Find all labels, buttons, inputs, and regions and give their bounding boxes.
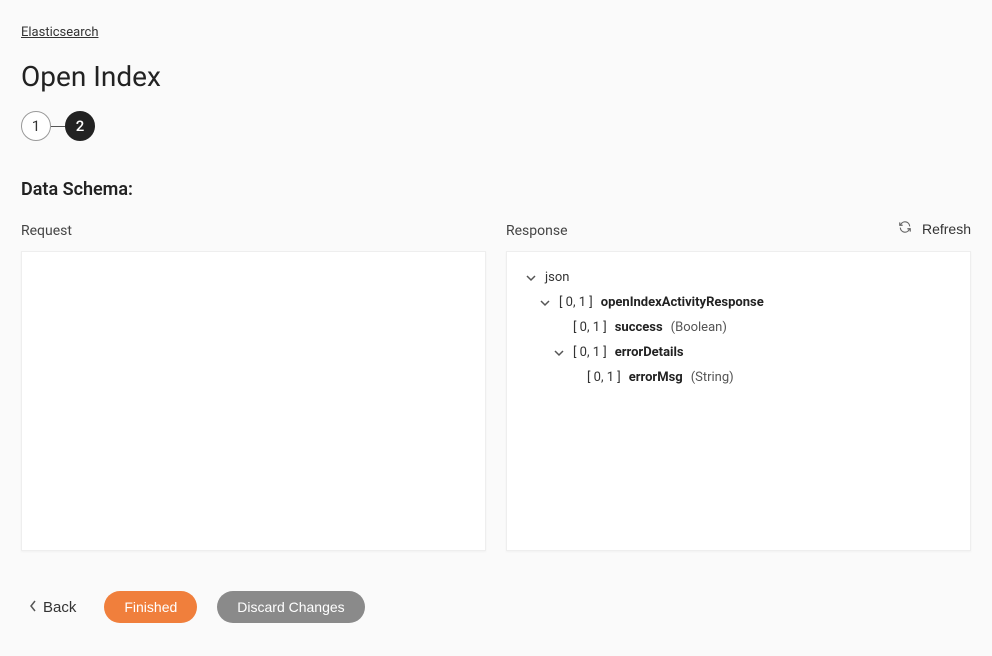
chevron-down-icon[interactable]	[525, 273, 537, 283]
chevron-left-icon	[29, 599, 37, 616]
tree-type: (Boolean)	[671, 320, 727, 337]
tree-type: (String)	[691, 370, 734, 387]
step-1[interactable]: 1	[21, 111, 51, 141]
request-label: Request	[21, 223, 486, 239]
tree-node-errordetails[interactable]: [ 0, 1 ] errorDetails	[517, 341, 960, 366]
tree-node-json[interactable]: json	[517, 266, 960, 291]
chevron-down-icon[interactable]	[553, 348, 565, 358]
response-panel: json [ 0, 1 ] openIndexActivityResponse …	[506, 251, 971, 551]
tree-label: json	[545, 270, 569, 287]
tree-cardinality: [ 0, 1 ]	[587, 370, 621, 387]
request-panel	[21, 251, 486, 551]
discard-changes-button[interactable]: Discard Changes	[217, 591, 364, 623]
finished-button[interactable]: Finished	[104, 591, 197, 623]
tree-name: errorMsg	[629, 370, 683, 387]
tree-cardinality: [ 0, 1 ]	[573, 320, 607, 337]
section-heading-data-schema: Data Schema:	[21, 179, 971, 200]
tree-name: openIndexActivityResponse	[601, 295, 764, 312]
page-title: Open Index	[21, 60, 971, 93]
step-connector	[51, 126, 65, 127]
tree-cardinality: [ 0, 1 ]	[573, 345, 607, 362]
tree-name: success	[615, 320, 663, 337]
tree-cardinality: [ 0, 1 ]	[559, 295, 593, 312]
tree-node-openindexactivityresponse[interactable]: [ 0, 1 ] openIndexActivityResponse	[517, 291, 960, 316]
tree-name: errorDetails	[615, 345, 684, 362]
chevron-down-icon[interactable]	[539, 298, 551, 308]
tree-node-errormsg[interactable]: [ 0, 1 ] errorMsg (String)	[517, 366, 960, 391]
step-2[interactable]: 2	[65, 111, 95, 141]
back-label: Back	[43, 599, 76, 616]
response-label: Response	[506, 223, 971, 239]
breadcrumb-elasticsearch[interactable]: Elasticsearch	[21, 25, 98, 40]
stepper: 1 2	[21, 111, 971, 141]
tree-node-success[interactable]: [ 0, 1 ] success (Boolean)	[517, 316, 960, 341]
back-button[interactable]: Back	[21, 595, 84, 620]
